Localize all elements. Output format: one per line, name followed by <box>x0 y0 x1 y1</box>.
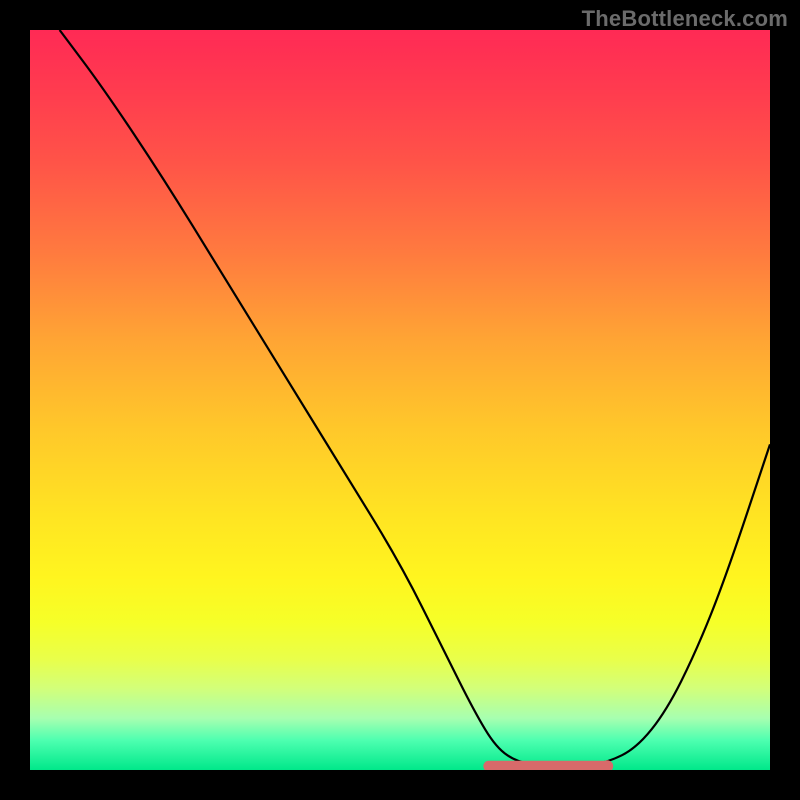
watermark-text: TheBottleneck.com <box>582 6 788 32</box>
chart-svg <box>30 30 770 770</box>
chart-frame: TheBottleneck.com <box>0 0 800 800</box>
chart-series-group <box>60 30 770 770</box>
bottleneck-curve-line <box>60 30 770 766</box>
plot-area <box>30 30 770 770</box>
